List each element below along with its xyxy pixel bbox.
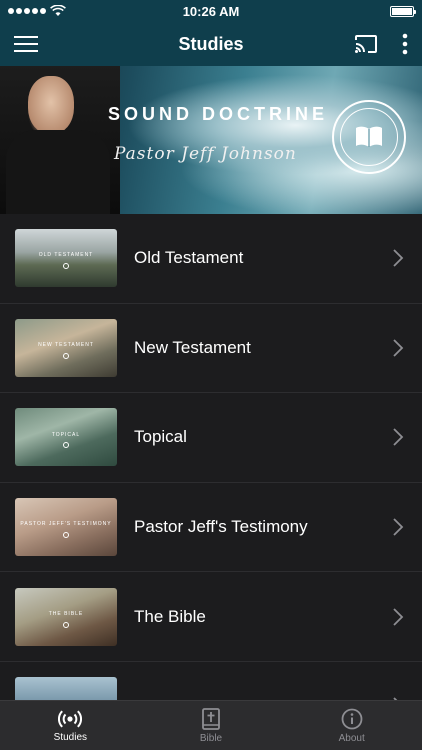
featured-banner[interactable]: SOUND DOCTRINE Pastor Jeff Johnson bbox=[0, 66, 422, 214]
tab-label: Bible bbox=[199, 732, 223, 744]
open-book-icon bbox=[356, 126, 382, 147]
navigation-bar: Studies bbox=[0, 22, 422, 66]
studies-list: OLD TESTAMENT Old Testament NEW TESTAMEN… bbox=[0, 214, 422, 700]
chevron-right-icon bbox=[393, 608, 404, 626]
thumbnail-label: THE BIBLE bbox=[48, 610, 84, 617]
nav-actions bbox=[354, 33, 408, 55]
cast-icon bbox=[355, 35, 377, 53]
banner-subtitle: Pastor Jeff Johnson bbox=[114, 144, 297, 164]
study-item-label: New Testament bbox=[134, 337, 251, 357]
tab-bible[interactable]: Bible bbox=[141, 701, 282, 750]
signal-strength-icon bbox=[8, 8, 46, 14]
chevron-right-icon bbox=[393, 518, 404, 536]
chevron-right-icon bbox=[393, 428, 404, 447]
battery-icon bbox=[390, 5, 416, 17]
cast-button[interactable] bbox=[354, 34, 378, 54]
study-thumbnail: OLD TESTAMENT bbox=[15, 229, 117, 288]
broadcast-icon bbox=[58, 709, 83, 728]
thumbnail-label: PASTOR JEFF'S TESTIMONY bbox=[20, 521, 112, 528]
bible-icon bbox=[202, 707, 220, 730]
thumbnail-label: NEW TESTAMENT bbox=[38, 342, 94, 349]
thumbnail-label: OLD TESTAMENT bbox=[38, 252, 94, 259]
study-item-label: Old Testament bbox=[134, 248, 244, 268]
study-thumbnail: THE BIBLE bbox=[15, 587, 117, 646]
study-item-old-testament[interactable]: OLD TESTAMENT Old Testament bbox=[0, 214, 422, 304]
chevron-right-icon bbox=[393, 249, 404, 267]
chevron-right-icon bbox=[393, 339, 404, 357]
thumbnail-label: TOPICAL bbox=[51, 431, 81, 438]
pastor-photo bbox=[0, 66, 120, 214]
tab-about[interactable]: About bbox=[281, 701, 422, 750]
status-bar: 10:26 AM bbox=[0, 0, 422, 22]
wifi-icon bbox=[50, 5, 66, 16]
study-thumbnail: TOPICAL bbox=[15, 408, 117, 467]
menu-button[interactable] bbox=[14, 35, 38, 53]
study-item-partial[interactable] bbox=[0, 662, 422, 700]
study-item-label: Pastor Jeff's Testimony bbox=[134, 517, 308, 537]
info-icon bbox=[341, 708, 363, 729]
tab-bar: Studies Bible About bbox=[0, 700, 422, 750]
study-item-the-bible[interactable]: THE BIBLE The Bible bbox=[0, 572, 422, 662]
study-item-label: The Bible bbox=[134, 606, 206, 626]
sound-doctrine-seal-logo bbox=[332, 100, 406, 174]
tab-label: Studies bbox=[53, 731, 88, 743]
more-vertical-icon bbox=[402, 33, 408, 55]
hamburger-icon bbox=[14, 36, 38, 52]
tab-studies[interactable]: Studies bbox=[0, 701, 141, 750]
study-item-topical[interactable]: TOPICAL Topical bbox=[0, 393, 422, 483]
tab-label: About bbox=[338, 732, 365, 744]
banner-title: SOUND DOCTRINE bbox=[108, 104, 329, 124]
study-thumbnail: PASTOR JEFF'S TESTIMONY bbox=[15, 498, 117, 557]
study-thumbnail: NEW TESTAMENT bbox=[15, 318, 117, 377]
study-item-label: Topical bbox=[134, 427, 187, 447]
more-options-button[interactable] bbox=[402, 33, 408, 55]
study-thumbnail bbox=[15, 677, 117, 700]
study-item-testimony[interactable]: PASTOR JEFF'S TESTIMONY Pastor Jeff's Te… bbox=[0, 483, 422, 573]
study-item-new-testament[interactable]: NEW TESTAMENT New Testament bbox=[0, 304, 422, 394]
signal-group bbox=[8, 5, 66, 17]
